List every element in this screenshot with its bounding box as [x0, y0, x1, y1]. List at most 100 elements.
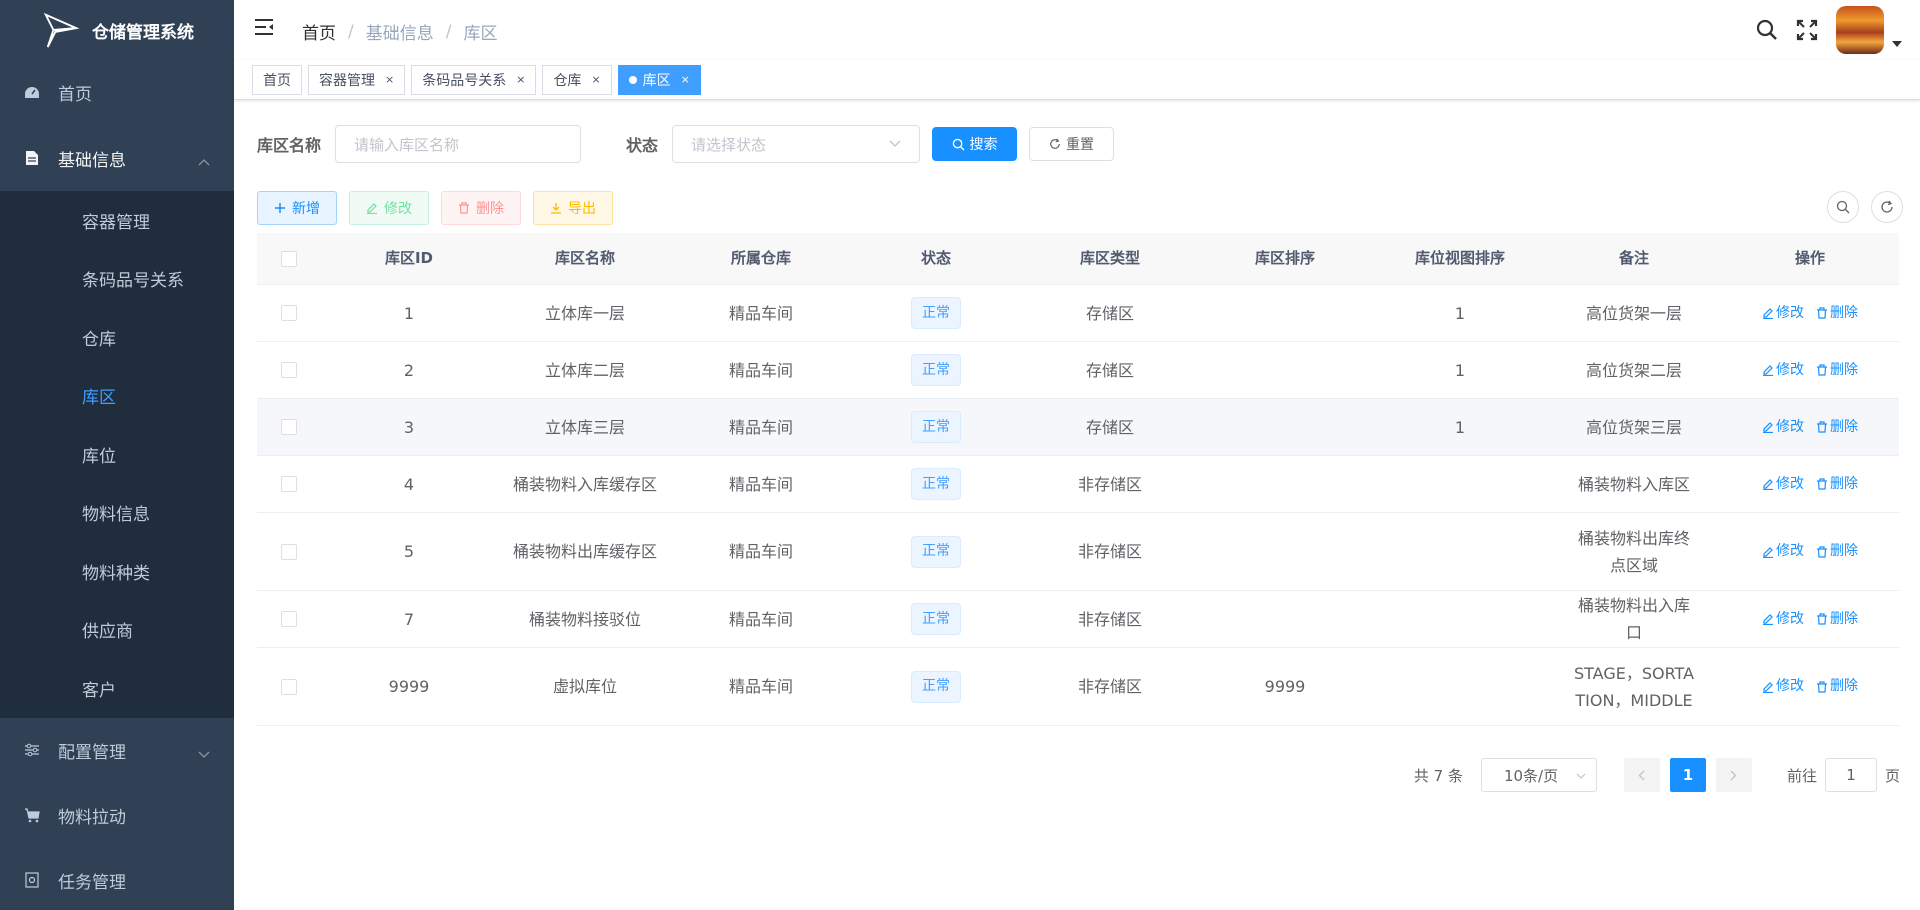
close-icon[interactable]: × [681, 73, 690, 86]
sidebar-item-container[interactable]: 容器管理 [0, 191, 234, 250]
goto-prefix: 前往 [1786, 766, 1817, 785]
avatar[interactable] [1836, 6, 1884, 54]
column-header[interactable]: 库区名称 [497, 233, 673, 284]
table-row[interactable]: 2 立体库二层 精品车间 正常 存储区 1 高位货架二层 修改 删除 [257, 342, 1899, 399]
next-page-button[interactable] [1715, 758, 1752, 792]
row-checkbox[interactable] [281, 678, 297, 695]
sidebar-item-zone[interactable]: 库区 [0, 367, 234, 426]
row-delete-button[interactable]: 删除 [1816, 414, 1858, 441]
tab-barcode[interactable]: 条码品号关系 × [411, 64, 537, 95]
row-select-cell [257, 513, 321, 590]
row-checkbox[interactable] [281, 543, 297, 560]
row-checkbox[interactable] [281, 362, 297, 378]
sidebar-item-supplier[interactable]: 供应商 [0, 601, 234, 660]
delete-button[interactable]: 删除 [441, 191, 521, 225]
tab-warehouse[interactable]: 仓库 × [542, 64, 612, 95]
status-cell: 正常 [849, 456, 1023, 512]
table-row[interactable]: 1 立体库一层 精品车间 正常 存储区 1 高位货架一层 修改 删除 [257, 285, 1899, 342]
tab-container[interactable]: 容器管理 × [308, 64, 406, 95]
sidebar-item-material-type[interactable]: 物料种类 [0, 542, 234, 601]
row-edit-button[interactable]: 修改 [1762, 606, 1804, 633]
row-delete-button[interactable]: 删除 [1816, 471, 1858, 498]
edit-button[interactable]: 修改 [349, 191, 429, 225]
edit-icon [1763, 365, 1773, 376]
row-delete-button[interactable]: 删除 [1816, 538, 1858, 565]
sidebar-item-warehouse[interactable]: 仓库 [0, 308, 234, 367]
search-icon[interactable] [1756, 19, 1778, 41]
breadcrumb-home[interactable]: 首页 [302, 19, 336, 44]
row-edit-button[interactable]: 修改 [1762, 357, 1804, 384]
sidebar-item-customer[interactable]: 客户 [0, 659, 234, 718]
refresh-table-button[interactable] [1871, 191, 1903, 223]
table-row[interactable]: 9999 虚拟库位 精品车间 正常 非存储区 9999 STAGE，SORTATION，MI… [257, 648, 1899, 726]
sidebar-item-home[interactable]: 首页 [0, 60, 234, 125]
page-number[interactable]: 1 [1669, 758, 1706, 792]
logo[interactable]: 仓储管理系统 [0, 0, 234, 60]
row-checkbox[interactable] [281, 305, 297, 321]
row-delete-button[interactable]: 删除 [1816, 357, 1858, 384]
caret-down-icon[interactable] [1892, 32, 1902, 51]
close-icon[interactable]: × [591, 73, 600, 86]
row-edit-button[interactable]: 修改 [1762, 673, 1804, 700]
row-edit-button[interactable]: 修改 [1762, 414, 1804, 441]
page-size-select[interactable]: 10条/页 [1480, 758, 1597, 792]
row-delete-button[interactable]: 删除 [1816, 300, 1858, 327]
sidebar-item-tasks[interactable]: 任务管理 [0, 848, 234, 910]
close-icon[interactable]: × [516, 73, 525, 86]
row-checkbox[interactable] [281, 611, 297, 627]
column-header[interactable]: 库区ID [321, 233, 497, 284]
prev-page-button[interactable] [1623, 758, 1660, 792]
row-edit-button[interactable]: 修改 [1762, 300, 1804, 327]
table-row[interactable]: 3 立体库三层 精品车间 正常 存储区 1 高位货架三层 修改 删除 [257, 399, 1899, 456]
status-select[interactable]: 请选择状态 [672, 125, 921, 163]
column-header[interactable]: 状态 [849, 233, 1023, 284]
hamburger-icon[interactable] [254, 18, 276, 40]
table-row[interactable]: 4 桶装物料入库缓存区 精品车间 正常 非存储区 桶装物料入库区 修改 删除 [257, 456, 1899, 513]
row-edit-label: 修改 [1776, 361, 1804, 378]
sliders-icon [22, 743, 42, 757]
sidebar-item-barcode[interactable]: 条码品号关系 [0, 250, 234, 309]
navbar: 首页 / 基础信息 / 库区 [234, 0, 1920, 60]
select-all-checkbox[interactable] [281, 250, 297, 267]
toggle-search-button[interactable] [1827, 191, 1859, 223]
zone-name-input[interactable]: 请输入库区名称 [335, 125, 582, 163]
column-header[interactable]: 库区类型 [1023, 233, 1197, 284]
goto-page-input[interactable]: 1 [1824, 758, 1877, 792]
row-checkbox[interactable] [281, 419, 297, 435]
name-cell: 桶装物料接驳位 [528, 609, 641, 629]
column-header[interactable]: 所属仓库 [673, 233, 849, 284]
fullscreen-icon[interactable] [1796, 19, 1818, 41]
close-icon[interactable]: × [385, 73, 394, 86]
sidebar-item-config[interactable]: 配置管理 [0, 718, 234, 783]
row-delete-button[interactable]: 删除 [1816, 673, 1858, 700]
column-header[interactable]: 备注 [1547, 233, 1721, 284]
sidebar-item-location[interactable]: 库位 [0, 425, 234, 484]
row-edit-button[interactable]: 修改 [1762, 538, 1804, 565]
reset-button[interactable]: 重置 [1029, 127, 1115, 161]
export-button[interactable]: 导出 [533, 191, 613, 225]
refresh-icon [1050, 138, 1060, 149]
sidebar-item-label: 任务管理 [58, 872, 126, 893]
zone-table: 库区ID 库区名称 所属仓库 状态 库区类型 库区排序 库位视图排序 备注 操作… [257, 233, 1899, 726]
sidebar-item-basic-info[interactable]: 基础信息 [0, 125, 234, 191]
table-row[interactable]: 7 桶装物料接驳位 精品车间 正常 非存储区 桶装物料出入库口 修改 删除 [257, 591, 1899, 648]
sidebar-item-material[interactable]: 物料信息 [0, 484, 234, 543]
tab-zone[interactable]: 库区 × [617, 64, 701, 95]
table-row[interactable]: 5 桶装物料出库缓存区 精品车间 正常 非存储区 桶装物料出库终点区域 修改 删除 [257, 513, 1899, 591]
search-button[interactable]: 搜索 [932, 127, 1018, 161]
row-select-cell [257, 399, 321, 455]
status-cell: 正常 [849, 342, 1023, 398]
trash-icon [1817, 545, 1827, 558]
column-header[interactable]: 库区排序 [1197, 233, 1373, 284]
sidebar-item-label: 基础信息 [58, 150, 126, 171]
add-button[interactable]: 新增 [257, 191, 337, 225]
row-edit-button[interactable]: 修改 [1762, 471, 1804, 498]
status-badge: 正常 [911, 670, 961, 703]
column-header[interactable]: 库位视图排序 [1373, 233, 1547, 284]
sidebar-item-material-pull[interactable]: 物料拉动 [0, 783, 234, 848]
chevron-left-icon [1638, 770, 1645, 780]
row-delete-button[interactable]: 删除 [1816, 606, 1858, 633]
tab-home[interactable]: 首页 [252, 64, 302, 95]
actions-cell: 修改 删除 [1721, 285, 1899, 341]
row-checkbox[interactable] [281, 476, 297, 492]
